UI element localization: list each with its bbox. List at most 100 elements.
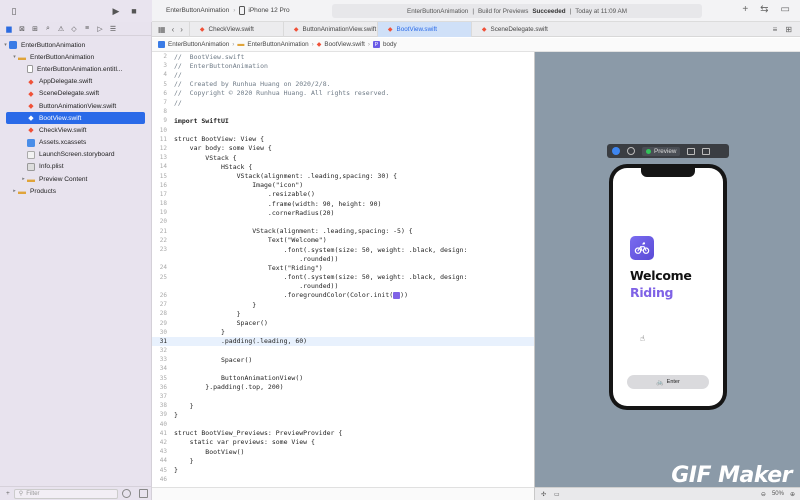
enter-button[interactable]: 🚲 Enter [627, 375, 709, 389]
navigator-item[interactable]: LaunchScreen.storyboard [0, 149, 151, 161]
related-items-icon[interactable]: ▦ [158, 25, 166, 34]
debug-navigator-icon[interactable]: ≡ [83, 25, 91, 33]
back-icon[interactable]: ‹ [172, 25, 175, 34]
code-line[interactable]: 44 } [152, 456, 534, 465]
editor-options-icon[interactable]: ≡ [773, 25, 778, 34]
code-line[interactable]: 26 .foregroundColor(Color.init()) [152, 291, 534, 300]
code-line[interactable]: 3 // EnterButtonAnimation [152, 61, 534, 70]
source-control-icon[interactable]: ⊠ [18, 25, 26, 33]
inspect-preview-icon[interactable] [627, 147, 635, 155]
code-line[interactable]: 4 // [152, 70, 534, 79]
code-line[interactable]: 28 } [152, 309, 534, 318]
code-line[interactable]: 19 .cornerRadius(20) [152, 208, 534, 217]
code-line[interactable]: 2 // BootView.swift [152, 52, 534, 61]
code-line[interactable]: 40 [152, 420, 534, 429]
breakpoint-navigator-icon[interactable]: ▷ [96, 25, 104, 33]
code-line[interactable]: 10 [152, 126, 534, 135]
inspector-toggle-icon[interactable]: ▭ [781, 4, 790, 15]
code-line[interactable]: 7 // [152, 98, 534, 107]
code-line[interactable]: 5 // Created by Runhua Huang on 2020/2/8. [152, 80, 534, 89]
test-navigator-icon[interactable]: ◇ [70, 25, 78, 33]
symbol-navigator-icon[interactable]: ⊞ [31, 25, 39, 33]
preview-button[interactable]: Preview [642, 146, 681, 156]
code-line[interactable]: 6 // Copyright © 2020 Runhua Huang. All r… [152, 89, 534, 98]
disclosure-icon[interactable]: ▾ [2, 42, 9, 48]
code-line[interactable]: 30 } [152, 328, 534, 337]
navigator-item[interactable]: Assets.xcassets [0, 137, 151, 149]
code-line[interactable]: 32 [152, 346, 534, 355]
sidebar-toggle-icon[interactable]: ▯ [8, 5, 20, 17]
editor-tab[interactable]: ◆ BootView.swift [376, 21, 471, 37]
filter-input[interactable]: ⚲ Filter [13, 488, 118, 499]
code-line[interactable]: 13 VStack { [152, 153, 534, 162]
disclosure-icon[interactable]: ▸ [20, 176, 27, 182]
code-line[interactable]: 12 var body: some View { [152, 144, 534, 153]
code-line[interactable]: 34 [152, 364, 534, 373]
navigator-item[interactable]: ◆ SceneDelegate.swift [0, 88, 151, 100]
navigator-item[interactable]: EnterButtonAnimation.entitl... [0, 63, 151, 75]
add-icon[interactable]: + [742, 4, 748, 15]
code-line[interactable]: 11 struct BootView: View { [152, 135, 534, 144]
jump-folder[interactable]: EnterButtonAnimation [247, 41, 308, 48]
editor-tab[interactable]: ◆ ButtonAnimationView.swift [282, 21, 377, 37]
code-line[interactable]: 29 Spacer() [152, 318, 534, 327]
code-line[interactable]: 36 }.padding(.top, 200) [152, 383, 534, 392]
stop-button[interactable]: ■ [128, 5, 140, 17]
navigator-item[interactable]: ◆ ButtonAnimationView.swift [0, 100, 151, 112]
navigator-item[interactable]: ◆ BootView.swift [6, 112, 145, 125]
code-line[interactable]: 8 [152, 107, 534, 116]
code-line[interactable]: 16 Image("icon") [152, 181, 534, 190]
code-line[interactable]: 42 static var previews: some View { [152, 438, 534, 447]
device-settings-icon[interactable] [687, 147, 696, 155]
code-line[interactable]: 37 [152, 392, 534, 401]
device-icon[interactable]: ▭ [554, 491, 560, 498]
code-line[interactable]: 41 struct BootView_Previews: PreviewProvi… [152, 429, 534, 438]
recent-files-icon[interactable] [122, 489, 131, 498]
code-line[interactable]: 43 BootView() [152, 447, 534, 456]
source-editor[interactable]: 2 // BootView.swift 3 // EnterButtonAnimati… [152, 52, 534, 500]
navigator-item[interactable]: ▸ ▬ Products [0, 185, 151, 197]
zoom-level[interactable]: 50% [772, 491, 784, 497]
jump-symbol[interactable]: body [383, 41, 397, 48]
add-file-icon[interactable]: + [6, 490, 10, 497]
source-control-filter-icon[interactable] [139, 489, 148, 498]
find-navigator-icon[interactable]: ⌕ [44, 25, 52, 33]
code-line[interactable]: 14 HStack { [152, 162, 534, 171]
code-line[interactable]: 33 Spacer() [152, 355, 534, 364]
code-line[interactable]: 39} [152, 410, 534, 419]
code-line[interactable]: 24 Text("Riding") [152, 263, 534, 272]
color-swatch[interactable] [393, 291, 401, 299]
disclosure-icon[interactable]: ▸ [11, 188, 18, 194]
zoom-in-icon[interactable]: ⊕ [790, 491, 795, 498]
device-selector[interactable]: iPhone 12 Pro [239, 6, 290, 15]
editor-tab[interactable]: ◆ SceneDelegate.swift [470, 21, 565, 37]
folder-navigator-icon[interactable]: ▆ [5, 25, 13, 33]
code-line[interactable]: .rounded)) [152, 282, 534, 291]
code-line[interactable]: 21 VStack(alignment: .leading,spacing: -… [152, 227, 534, 236]
issue-navigator-icon[interactable]: ⚠ [57, 25, 65, 33]
jump-file[interactable]: BootView.swift [324, 41, 364, 48]
scheme-selector[interactable]: EnterButtonAnimation › iPhone 12 Pro [166, 6, 290, 15]
code-review-icon[interactable]: ⇆ [760, 4, 768, 15]
code-line[interactable]: 46 [152, 475, 534, 484]
editor-tab[interactable]: ◆ CheckView.swift [188, 21, 283, 37]
jump-project[interactable]: EnterButtonAnimation [168, 41, 229, 48]
code-line[interactable]: 17 .resizable() [152, 190, 534, 199]
code-line[interactable]: 18 .frame(width: 90, height: 90) [152, 199, 534, 208]
code-line[interactable]: 25 .font(.system(size: 50, weight: .blac… [152, 273, 534, 282]
pin-icon[interactable]: ✣ [541, 491, 546, 498]
code-line[interactable]: 38 } [152, 401, 534, 410]
code-line[interactable]: 20 [152, 217, 534, 226]
add-editor-icon[interactable]: ⊞ [785, 25, 792, 34]
duplicate-preview-icon[interactable] [702, 147, 711, 155]
navigator-item[interactable]: Info.plist [0, 161, 151, 173]
code-line[interactable]: .rounded)) [152, 254, 534, 263]
navigator-item[interactable]: ◆ AppDelegate.swift [0, 76, 151, 88]
report-navigator-icon[interactable]: ☰ [109, 25, 117, 33]
navigator-item[interactable]: ▸ ▬ Preview Content [0, 173, 151, 185]
code-line[interactable]: 15 VStack(alignment: .leading,spacing: 3… [152, 171, 534, 180]
code-line[interactable]: 27 } [152, 300, 534, 309]
code-line[interactable]: 23 .font(.system(size: 50, weight: .blac… [152, 245, 534, 254]
code-line[interactable]: 35 ButtonAnimationView() [152, 374, 534, 383]
navigator-item[interactable]: ◆ CheckView.swift [0, 124, 151, 136]
